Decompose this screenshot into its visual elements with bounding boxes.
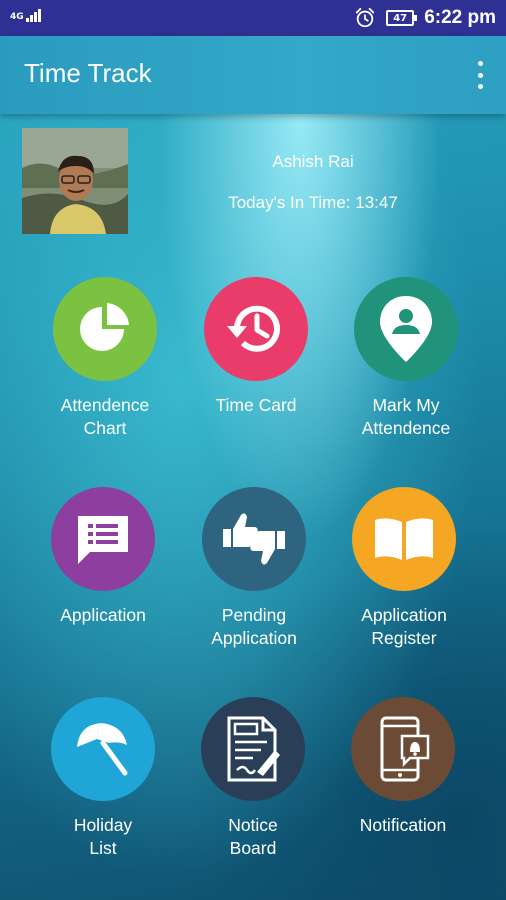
history-clock-icon [227,305,280,352]
open-book-icon [375,518,433,560]
tile-circle [51,697,155,801]
signal-icon [25,6,41,22]
tile-circle [351,697,455,801]
tile-label: Mark My Attendence [361,395,451,438]
tile-pending-application[interactable]: Pending Application [184,487,324,650]
status-bar: 4G 47 6:22 pm [0,0,506,36]
tile-application[interactable]: Application [33,487,173,627]
phone-bell-icon [380,716,430,782]
thumbs-up-down-icon [223,513,285,565]
tile-application-register[interactable]: Application Register [334,487,474,650]
pie-chart-icon [80,303,129,351]
battery-level: 47 [393,12,408,24]
notice-edit-icon [227,716,280,782]
tile-label: Notice Board [228,815,278,858]
message-list-icon [78,516,128,564]
tile-circle [352,487,456,591]
battery-icon: 47 [386,10,418,26]
screen: 4G 47 6:22 pm Time Track Ashish Rai Toda… [0,0,506,900]
tile-notification[interactable]: Notification [333,697,473,837]
in-time: Today's In Time: 13:47 [200,193,426,213]
app-title: Time Track [24,58,152,88]
user-name: Ashish Rai [272,152,354,171]
status-clock: 6:22 pm [424,7,496,28]
tile-label: Application [60,605,146,625]
signal-group: 4G [10,6,41,22]
in-time-label: Today's In Time: [228,193,351,212]
avatar[interactable] [22,128,128,234]
tile-circle [354,277,458,381]
tile-circle [202,487,306,591]
tile-mark-my-attendence[interactable]: Mark My Attendence [336,277,476,440]
tile-label: Notification [359,815,447,835]
network-type: 4G [10,12,24,22]
tile-label: Holiday List [73,815,133,858]
overflow-menu-icon[interactable] [476,61,484,89]
in-time-value: 13:47 [355,193,398,212]
tile-circle [51,487,155,591]
tile-label: Time Card [215,395,297,415]
alarm-icon [356,7,375,28]
tile-attendence-chart[interactable]: Attendence Chart [35,277,175,440]
app-bar: Time Track [0,36,506,114]
tile-label: Application Register [361,605,447,648]
tile-holiday-list[interactable]: Holiday List [33,697,173,860]
tile-time-card[interactable]: Time Card [186,277,326,417]
status-right: 47 6:22 pm [354,0,496,36]
tile-circle [201,697,305,801]
tile-notice-board[interactable]: Notice Board [183,697,323,860]
beach-umbrella-icon [77,723,128,776]
tile-label: Pending Application [211,605,297,648]
tile-circle [53,277,157,381]
tile-label: Attendence Chart [60,395,150,438]
tile-circle [204,277,308,381]
location-pin-icon [380,296,432,362]
